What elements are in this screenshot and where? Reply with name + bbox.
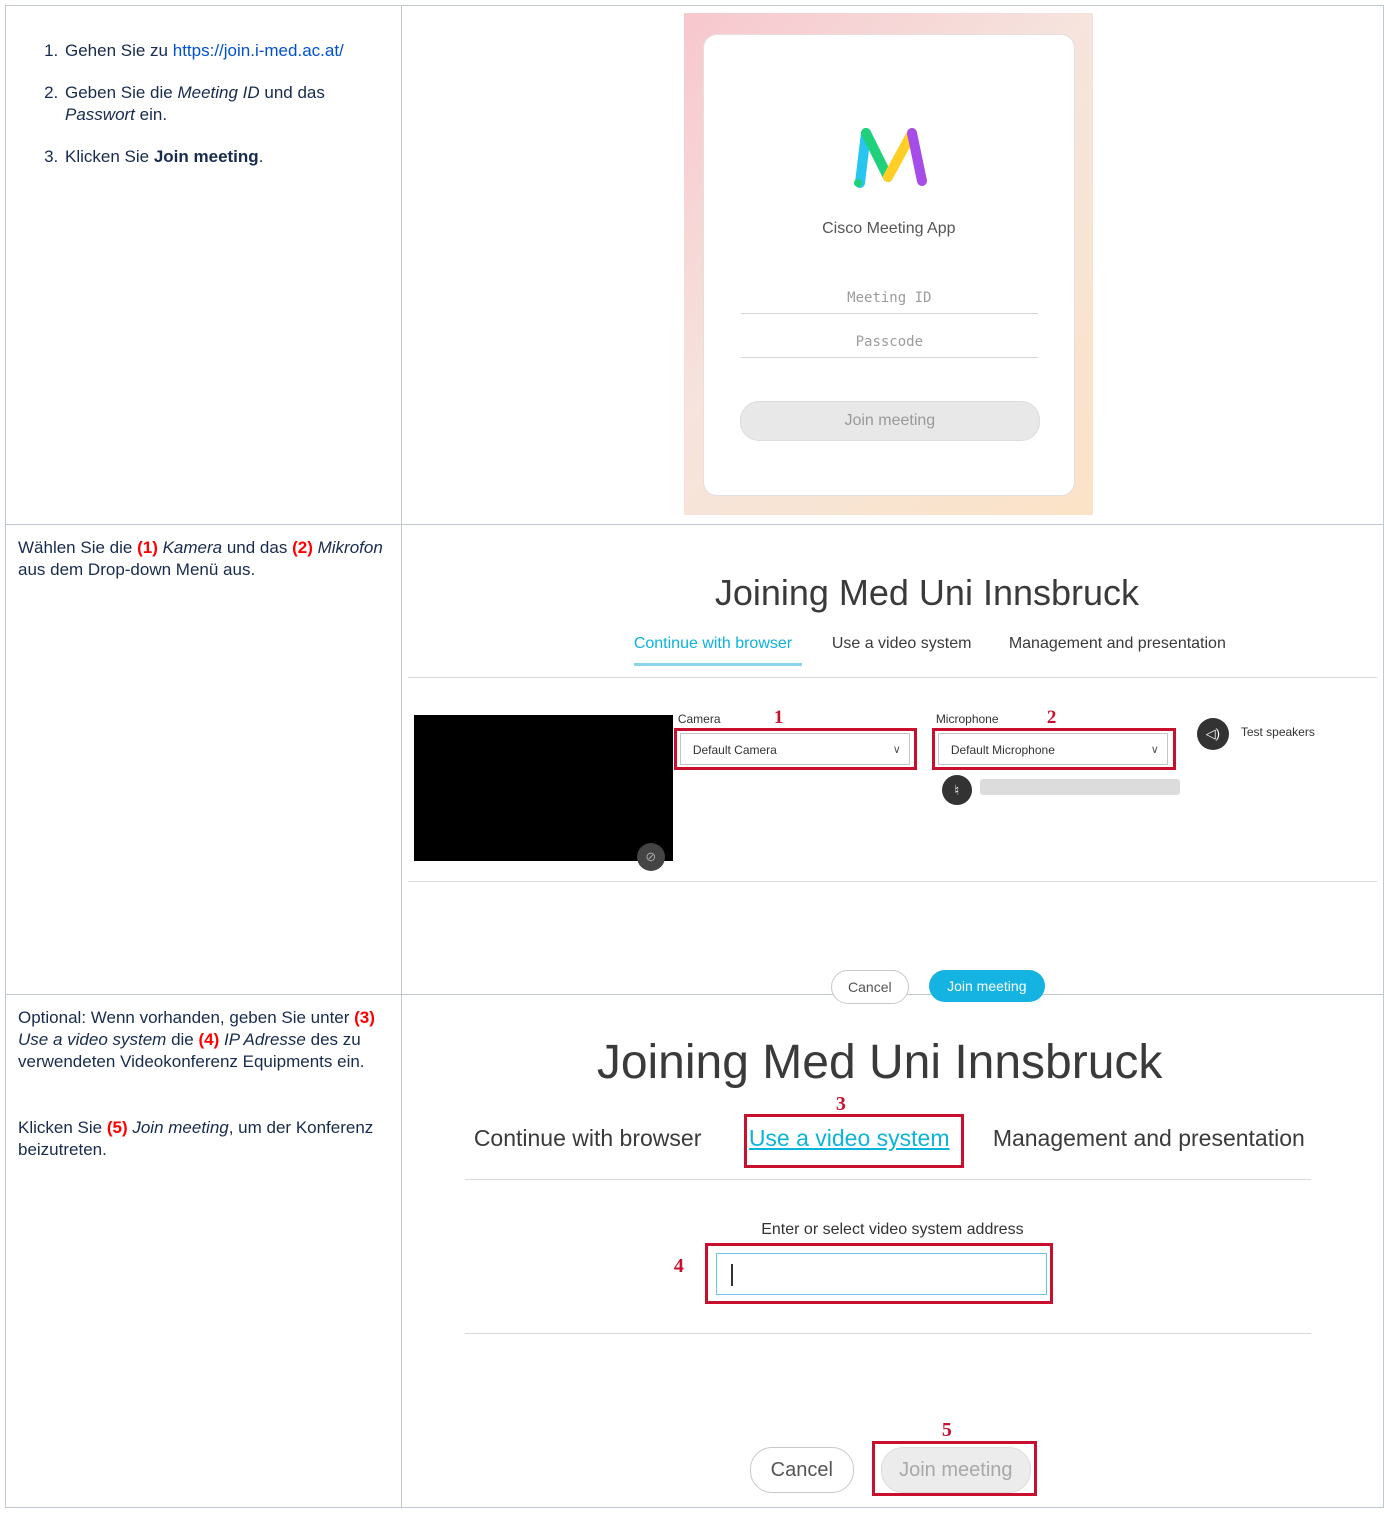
login-card: Cisco Meeting App Meeting ID Passcode Jo… — [702, 34, 1075, 496]
annotation-box-video-system-tab — [743, 1114, 964, 1168]
step1-image-cell: Cisco Meeting App Meeting ID Passcode Jo… — [400, 5, 1384, 525]
marker-2: 2 — [1046, 707, 1057, 728]
divider — [407, 677, 1377, 678]
mic-level-meter — [979, 779, 1180, 795]
step2-text-cell: Wählen Sie die (1) Kamera und das (2) Mi… — [5, 524, 402, 995]
tab-management-and-presentation[interactable]: Management and presentation — [993, 1125, 1305, 1152]
step3-paragraph-1: Optional: Wenn vorhanden, geben Sie unte… — [18, 1008, 375, 1071]
marker-5: 5 — [941, 1419, 952, 1441]
list-item: Gehen Sie zu https://join.i-med.ac.at/ — [63, 40, 381, 62]
camera-preview: ⊘ — [413, 715, 673, 871]
join-meeting-button[interactable]: Join meeting — [739, 401, 1040, 441]
test-speakers-label[interactable]: Test speakers — [1241, 725, 1315, 739]
tab-use-a-video-system[interactable]: Use a video system — [832, 635, 972, 653]
step2-paragraph: Wählen Sie die (1) Kamera und das (2) Mi… — [18, 538, 383, 579]
joining-title: Joining Med Uni Innsbruck — [714, 572, 1140, 613]
mute-mic-icon[interactable]: ♮ — [941, 775, 972, 805]
list-item: Geben Sie die Meeting ID und das Passwor… — [63, 82, 381, 126]
instructions-table: Gehen Sie zu https://join.i-med.ac.at/ G… — [5, 5, 1384, 1508]
annotation-box-address — [704, 1243, 1053, 1304]
step3-paragraph-2: Klicken Sie (5) Join meeting, um der Kon… — [18, 1118, 374, 1159]
video-system-address-label: Enter or select video system address — [761, 1221, 1024, 1238]
tab-management-and-presentation[interactable]: Management and presentation — [1009, 635, 1226, 653]
step3-image-cell: Joining Med Uni Innsbruck 3 Continue wit… — [400, 994, 1384, 1508]
marker-4: 4 — [673, 1255, 684, 1277]
join-url-link[interactable]: https://join.i-med.ac.at/ — [173, 41, 344, 60]
divider — [407, 881, 1377, 882]
camera-label: Camera — [677, 712, 721, 726]
cisco-login-screenshot: Cisco Meeting App Meeting ID Passcode Jo… — [683, 13, 1093, 515]
annotation-box-microphone — [931, 728, 1176, 770]
marker-1: 1 — [773, 707, 784, 728]
microphone-label: Microphone — [935, 712, 999, 726]
list-item: Klicken Sie Join meeting. — [63, 146, 381, 168]
step3-text-cell: Optional: Wenn vorhanden, geben Sie unte… — [5, 994, 402, 1508]
annotation-box-join — [871, 1441, 1037, 1496]
divider — [464, 1179, 1311, 1180]
camera-off-icon[interactable]: ⊘ — [636, 843, 665, 871]
meeting-id-field[interactable]: Meeting ID — [740, 283, 1038, 314]
app-name: Cisco Meeting App — [822, 220, 956, 237]
annotation-box-camera — [673, 728, 917, 770]
cancel-button[interactable]: Cancel — [749, 1447, 854, 1493]
speaker-icon[interactable]: ◁) — [1196, 718, 1229, 750]
joining-title: Joining Med Uni Innsbruck — [596, 1036, 1163, 1089]
marker-3: 3 — [835, 1093, 846, 1115]
step2-image-cell: Joining Med Uni Innsbruck Continue with … — [400, 524, 1384, 1004]
step1-list: Gehen Sie zu https://join.i-med.ac.at/ G… — [6, 6, 401, 168]
passcode-field[interactable]: Passcode — [740, 327, 1038, 358]
tab-continue-with-browser[interactable]: Continue with browser — [634, 635, 792, 653]
cisco-meeting-app-logo — [853, 128, 927, 188]
active-tab-indicator — [633, 663, 802, 666]
step1-text-cell: Gehen Sie zu https://join.i-med.ac.at/ G… — [5, 5, 402, 525]
tab-continue-with-browser[interactable]: Continue with browser — [474, 1125, 702, 1152]
divider — [464, 1333, 1311, 1334]
